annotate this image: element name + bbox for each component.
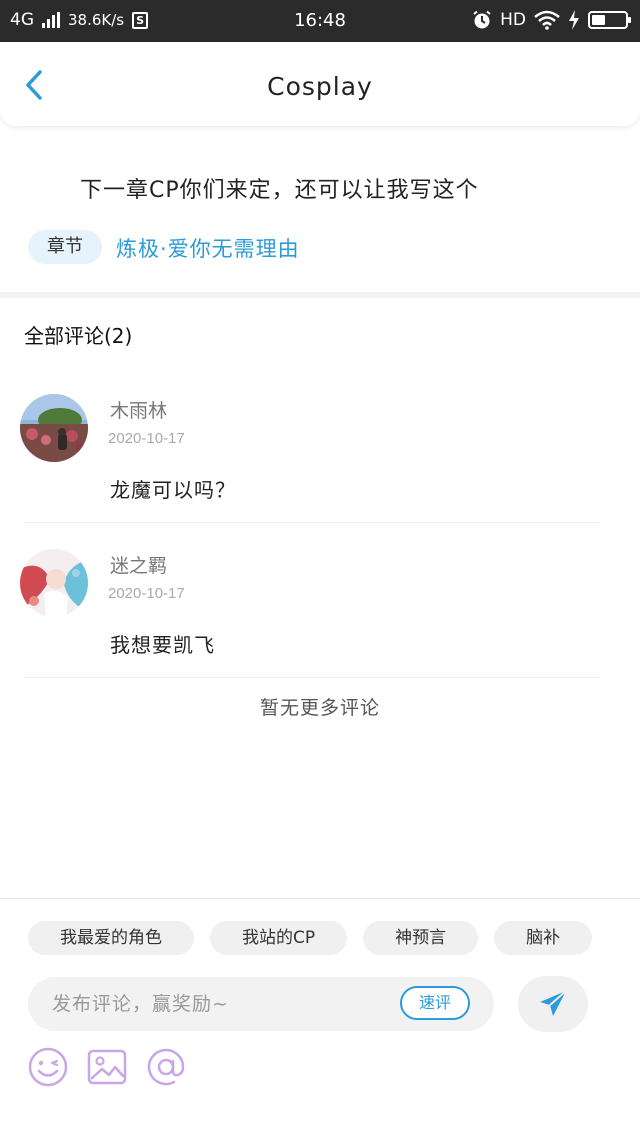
hd-indicator: HD — [500, 10, 526, 30]
comment-text: 龙魔可以吗？ — [110, 478, 236, 502]
comment-input-box[interactable]: 速评 — [28, 977, 494, 1031]
quick-comment-button[interactable]: 速评 — [400, 986, 470, 1020]
topic-chip[interactable]: 我最爱的角色 — [28, 921, 194, 955]
avatar[interactable] — [20, 549, 88, 617]
no-more-comments: 暂无更多评论 — [259, 697, 380, 719]
battery-level — [592, 15, 605, 25]
comment-item: 木雨林 2020-10-17 龙魔可以吗？ — [0, 394, 640, 549]
page-title: Cosplay — [267, 72, 373, 101]
comment-composer: 我最爱的角色 我站的CP 神预言 脑补 速评 — [0, 898, 640, 1138]
topic-chip[interactable]: 我站的CP — [210, 921, 348, 955]
section-divider — [0, 292, 640, 298]
status-bar: 4G 38.6K/s S 16:48 HD — [0, 0, 640, 42]
wifi-icon — [534, 10, 560, 30]
avatar-image — [20, 394, 88, 462]
status-right: HD — [472, 10, 631, 30]
comment-date: 2020-10-17 — [108, 430, 185, 447]
comment-date: 2020-10-17 — [108, 585, 185, 602]
comment-text: 我想要凯飞 — [110, 633, 215, 657]
send-button[interactable] — [518, 976, 588, 1032]
mention-icon[interactable] — [146, 1047, 186, 1087]
comment-item: 迷之羁 2020-10-17 我想要凯飞 — [0, 549, 640, 704]
chapter-link[interactable]: 炼极·爱你无需理由 — [116, 233, 300, 263]
alarm-icon — [473, 10, 491, 29]
charging-icon — [569, 10, 579, 30]
avatar-image — [20, 549, 88, 617]
send-icon — [540, 990, 567, 1016]
battery-icon — [588, 11, 631, 29]
comment-author[interactable]: 木雨林 — [110, 396, 167, 423]
image-icon[interactable] — [87, 1047, 127, 1087]
avatar[interactable] — [20, 394, 88, 462]
emoji-icon[interactable] — [28, 1047, 68, 1087]
topic-chips: 我最爱的角色 我站的CP 神预言 脑补 — [28, 921, 593, 955]
topic-chip[interactable]: 脑补 — [494, 921, 593, 955]
comment-divider — [24, 522, 600, 523]
chapter-tag: 章节 — [28, 230, 102, 264]
comment-author[interactable]: 迷之羁 — [110, 551, 167, 578]
comment-input[interactable] — [52, 989, 412, 1019]
app-header: Cosplay — [0, 42, 640, 126]
comment-divider — [24, 677, 600, 678]
topic-chip[interactable]: 神预言 — [363, 921, 479, 955]
post-content: 下一章CP你们来定，还可以让我写这个 — [80, 178, 479, 203]
comments-heading: 全部评论(2) — [24, 324, 133, 348]
